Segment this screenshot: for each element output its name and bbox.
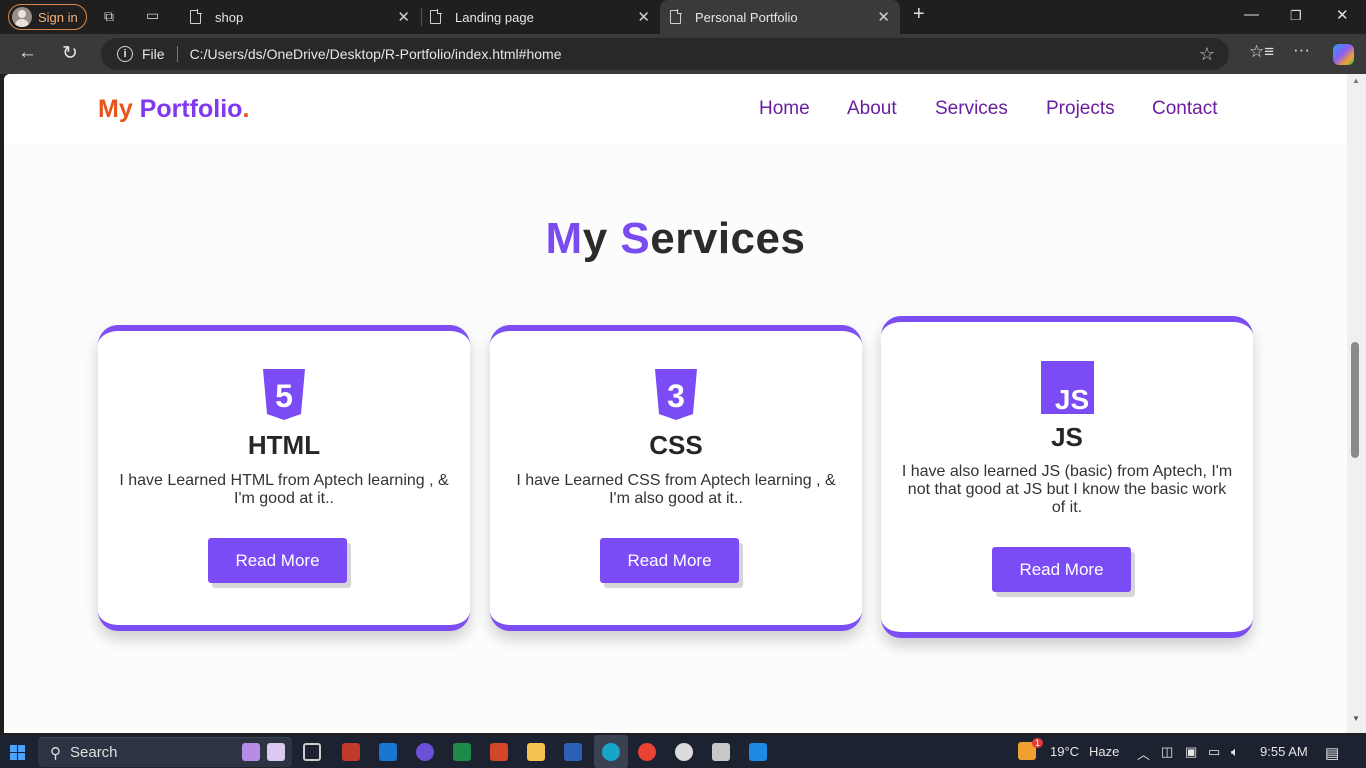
minimize-button[interactable]: — bbox=[1244, 6, 1259, 23]
service-card-html: 5 HTML I have Learned HTML from Aptech l… bbox=[98, 325, 470, 631]
page-icon bbox=[190, 9, 202, 24]
tab-actions-icon[interactable]: ▭ bbox=[146, 7, 159, 24]
site-header: My Portfolio. Home About Services Projec… bbox=[4, 74, 1347, 144]
page-icon bbox=[670, 9, 682, 24]
service-card-css: 3 CSS I have Learned CSS from Aptech lea… bbox=[490, 325, 862, 631]
restore-button[interactable]: ❐ bbox=[1290, 8, 1302, 24]
powerpoint-icon[interactable] bbox=[490, 743, 508, 761]
weather-temperature[interactable]: 19°C bbox=[1050, 744, 1079, 759]
camera-icon[interactable]: ◫ bbox=[1161, 744, 1173, 760]
info-icon[interactable]: i bbox=[117, 46, 133, 62]
search-icon: ⚲ bbox=[50, 744, 61, 762]
battery-icon[interactable]: ▭ bbox=[1208, 744, 1220, 760]
file-explorer-icon[interactable] bbox=[527, 743, 545, 761]
card-description: I have also learned JS (basic) from Apte… bbox=[901, 463, 1233, 516]
read-more-button[interactable]: Read More bbox=[992, 547, 1131, 592]
read-more-button[interactable]: Read More bbox=[600, 538, 739, 583]
page-scrollbar[interactable]: ▲ ▼ bbox=[1347, 74, 1366, 733]
nav-services[interactable]: Services bbox=[935, 98, 1008, 120]
card-description: I have Learned CSS from Aptech learning … bbox=[516, 472, 836, 507]
tab-title: shop bbox=[215, 9, 244, 25]
svg-text:JS: JS bbox=[1054, 384, 1088, 414]
notes-icon[interactable] bbox=[267, 743, 285, 761]
clock-time[interactable]: 9:55 AM bbox=[1260, 744, 1308, 759]
html5-icon: 5 bbox=[98, 369, 470, 421]
search-placeholder: Search bbox=[70, 744, 118, 761]
notifications-icon[interactable]: ▤ bbox=[1325, 744, 1339, 762]
notification-badge: 1 bbox=[1032, 738, 1044, 748]
page-icon bbox=[430, 9, 442, 24]
card-title: JS bbox=[1051, 422, 1083, 452]
address-bar[interactable]: i File C:/Users/ds/OneDrive/Desktop/R-Po… bbox=[101, 38, 1229, 70]
favorites-icon[interactable]: ☆≡ bbox=[1249, 42, 1274, 62]
tab-personal-portfolio[interactable]: Personal Portfolio ✕ bbox=[660, 0, 900, 34]
browser-tab-bar: Sign in ⧉ ▭ shop ✕ Landing page ✕ Person… bbox=[0, 0, 1366, 34]
page-viewport: My Portfolio. Home About Services Projec… bbox=[4, 74, 1347, 733]
excel-icon[interactable] bbox=[453, 743, 471, 761]
sign-in-label: Sign in bbox=[38, 9, 78, 25]
store-icon[interactable] bbox=[712, 743, 730, 761]
nav-contact[interactable]: Contact bbox=[1152, 98, 1217, 120]
site-logo[interactable]: My Portfolio. bbox=[98, 95, 249, 124]
nav-home[interactable]: Home bbox=[759, 98, 810, 120]
outlook-icon[interactable] bbox=[379, 743, 397, 761]
card-title: CSS bbox=[649, 430, 703, 460]
svg-text:3: 3 bbox=[667, 378, 685, 414]
word-icon[interactable] bbox=[564, 743, 582, 761]
svg-text:5: 5 bbox=[275, 378, 293, 414]
tab-title: Personal Portfolio bbox=[695, 9, 798, 25]
scroll-up-icon[interactable]: ▲ bbox=[1352, 76, 1360, 85]
tab-landing-page[interactable]: Landing page ✕ bbox=[422, 0, 660, 34]
clapper-icon[interactable] bbox=[242, 743, 260, 761]
card-description: I have Learned HTML from Aptech learning… bbox=[119, 472, 449, 507]
whatsapp-icon[interactable] bbox=[675, 743, 693, 761]
weather-condition[interactable]: Haze bbox=[1089, 744, 1119, 759]
workspaces-icon[interactable]: ⧉ bbox=[104, 8, 114, 25]
new-tab-button[interactable]: + bbox=[913, 3, 925, 26]
read-more-button[interactable]: Read More bbox=[208, 538, 347, 583]
service-card-js: JS JS I have also learned JS (basic) fro… bbox=[881, 316, 1253, 638]
close-tab-icon[interactable]: ✕ bbox=[877, 8, 890, 26]
card-title: HTML bbox=[247, 430, 321, 460]
windows-start-icon[interactable] bbox=[10, 745, 25, 760]
url-text[interactable]: C:/Users/ds/OneDrive/Desktop/R-Portfolio… bbox=[190, 46, 562, 62]
nav-projects[interactable]: Projects bbox=[1046, 98, 1115, 120]
tab-title: Landing page bbox=[455, 9, 534, 25]
scheme-label: File bbox=[142, 46, 165, 62]
css3-icon: 3 bbox=[490, 369, 862, 421]
favorite-star-icon[interactable]: ☆ bbox=[1199, 44, 1215, 65]
copilot-icon[interactable] bbox=[1333, 44, 1354, 65]
app-grid-icon[interactable] bbox=[342, 743, 360, 761]
edge-icon[interactable] bbox=[602, 743, 620, 761]
profile-avatar-icon bbox=[12, 7, 32, 27]
media-icon[interactable] bbox=[416, 743, 434, 761]
browser-toolbar: ← ↻ i File C:/Users/ds/OneDrive/Desktop/… bbox=[0, 34, 1366, 74]
sign-in-button[interactable]: Sign in bbox=[8, 4, 87, 30]
vscode-icon[interactable] bbox=[749, 743, 767, 761]
close-window-button[interactable]: ✕ bbox=[1336, 6, 1349, 24]
close-tab-icon[interactable]: ✕ bbox=[637, 8, 650, 26]
scroll-down-icon[interactable]: ▼ bbox=[1352, 714, 1360, 723]
windows-taskbar: ⚲ Search 1 19°C Haze ︿ ◫ ▣ ▭ 🔈︎ 9:55 AM … bbox=[0, 735, 1366, 768]
tab-shop[interactable]: shop ✕ bbox=[182, 0, 420, 34]
volume-icon[interactable]: 🔈︎ bbox=[1231, 744, 1239, 760]
scrollbar-thumb[interactable] bbox=[1351, 341, 1359, 458]
reload-button[interactable]: ↻ bbox=[62, 42, 78, 65]
chrome-icon[interactable] bbox=[638, 743, 656, 761]
section-title: My Services bbox=[545, 214, 806, 263]
display-icon[interactable]: ▣ bbox=[1185, 744, 1197, 760]
task-view-icon[interactable] bbox=[303, 743, 321, 761]
js-icon: JS bbox=[881, 361, 1253, 414]
back-button[interactable]: ← bbox=[18, 42, 37, 64]
nav-about[interactable]: About bbox=[847, 98, 897, 120]
more-menu-icon[interactable]: ··· bbox=[1293, 40, 1310, 60]
hidden-icons-chevron-icon[interactable]: ︿ bbox=[1137, 744, 1150, 763]
close-tab-icon[interactable]: ✕ bbox=[397, 8, 410, 26]
